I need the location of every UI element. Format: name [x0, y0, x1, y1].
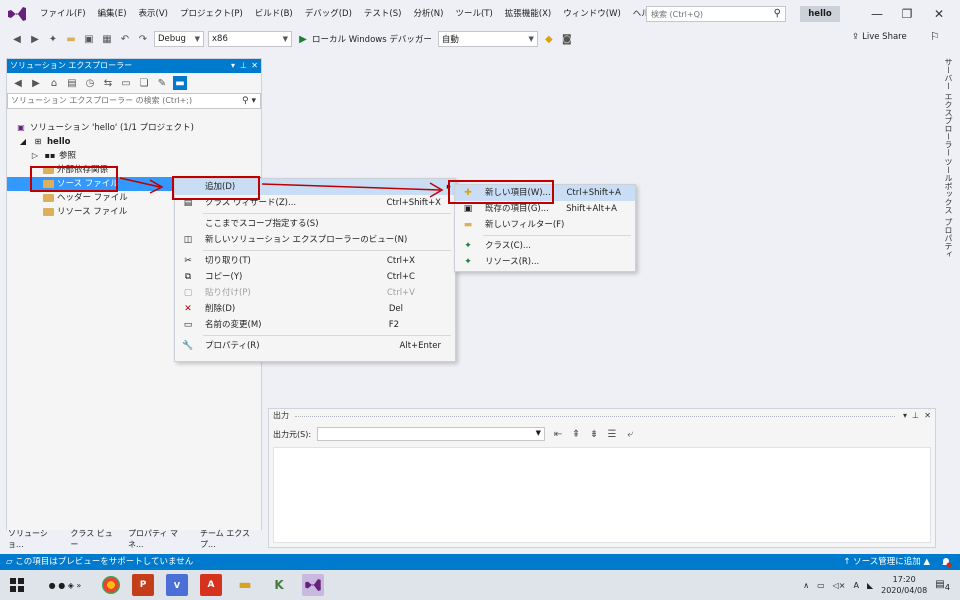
quick-launch-icons[interactable]: ● ● ◈ »: [40, 574, 90, 596]
battery-icon[interactable]: ▭: [817, 581, 825, 590]
clock-date: 2020/04/08: [881, 586, 928, 595]
notification-count: 4: [944, 581, 950, 592]
clock[interactable]: 17:20 2020/04/08: [881, 574, 927, 596]
status-bar: ▱ この項目はプレビューをサポートしていません ↑ ソース管理に追加 ▲: [0, 554, 960, 570]
acrobat-icon[interactable]: A: [200, 574, 222, 596]
notification-bell-icon[interactable]: [940, 556, 952, 568]
clock-time: 17:20: [892, 575, 916, 584]
visio-icon[interactable]: V: [166, 574, 188, 596]
notifications-icon[interactable]: ▤4: [935, 579, 950, 592]
app-tray-icon[interactable]: ◣: [867, 581, 873, 590]
arrow-line-2: [261, 183, 441, 191]
chrome-icon[interactable]: [102, 576, 120, 594]
windows-taskbar: ● ● ◈ » P V A ▬ K ∧ ▭ ◁× A ◣ 17:20 2020/…: [0, 570, 960, 600]
volume-icon[interactable]: ◁×: [833, 581, 846, 590]
system-tray: ∧ ▭ ◁× A ◣ 17:20 2020/04/08 ▤4: [803, 570, 950, 600]
visual-studio-taskbar-icon[interactable]: [302, 574, 324, 596]
windows-start-icon[interactable]: [6, 574, 28, 596]
file-explorer-icon[interactable]: ▬: [234, 574, 256, 596]
ime-icon[interactable]: A: [853, 581, 858, 590]
powerpoint-icon[interactable]: P: [132, 574, 154, 596]
add-to-source-control-button[interactable]: ↑ ソース管理に追加 ▲: [843, 554, 930, 570]
status-message: この項目はプレビューをサポートしていません: [15, 557, 194, 567]
annotation-arrows: [119, 177, 444, 198]
tray-overflow-icon[interactable]: ∧: [803, 581, 809, 590]
status-doc-icon: ▱: [6, 557, 13, 567]
app-k-icon[interactable]: K: [268, 574, 290, 596]
